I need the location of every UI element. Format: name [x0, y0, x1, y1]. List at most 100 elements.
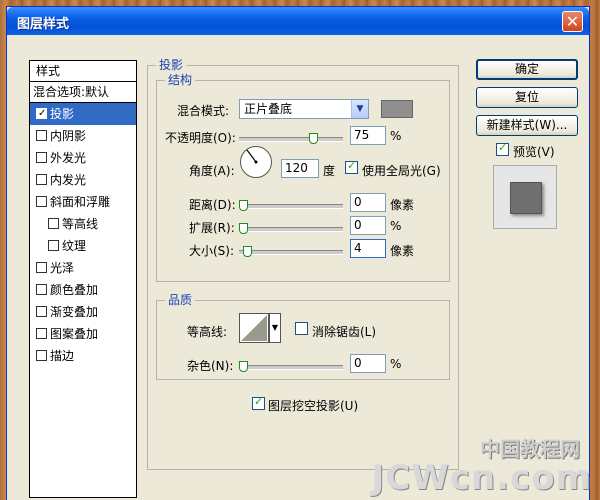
style-item-checkbox[interactable] [36, 306, 47, 317]
chevron-down-icon: ▼ [271, 323, 279, 332]
spread-input[interactable]: 0 [350, 216, 386, 235]
style-item[interactable]: 内阴影 [30, 125, 136, 147]
preview-checkbox[interactable] [496, 141, 509, 156]
angle-label: 角度(A): [189, 164, 235, 178]
contour-preview-icon [241, 315, 267, 341]
quality-title: 品质 [165, 293, 196, 307]
style-item-checkbox[interactable] [36, 174, 47, 185]
style-item[interactable]: 描边 [30, 345, 136, 367]
opacity-label: 不透明度(O): [165, 131, 236, 145]
opacity-slider-track[interactable] [239, 137, 343, 142]
style-list: 样式 混合选项:默认 投影内阴影外发光内发光斜面和浮雕等高线纹理光泽颜色叠加渐变… [29, 60, 137, 498]
antialias-checkbox[interactable] [295, 322, 308, 335]
style-item-checkbox[interactable] [36, 130, 47, 141]
distance-slider-thumb[interactable] [239, 200, 248, 211]
size-slider-track[interactable] [239, 250, 343, 255]
watermark-en: JCWcn.com [371, 458, 592, 498]
title-bar[interactable]: 图层样式 ✕ [7, 7, 589, 35]
style-item[interactable]: 光泽 [30, 257, 136, 279]
distance-label: 距离(D): [189, 198, 236, 212]
angle-unit: 度 [323, 164, 336, 178]
style-item-checkbox[interactable] [36, 328, 47, 339]
shadow-color-swatch[interactable] [381, 100, 413, 118]
noise-slider-track[interactable] [239, 365, 343, 370]
style-item-label: 光泽 [50, 261, 75, 275]
reset-button[interactable]: 复位 [476, 87, 578, 108]
distance-input[interactable]: 0 [350, 193, 386, 212]
opacity-unit: % [390, 129, 402, 143]
contour-picker[interactable] [239, 313, 269, 343]
blend-mode-value: 正片叠底 [244, 102, 293, 116]
size-unit: 像素 [390, 244, 415, 258]
style-item-checkbox[interactable] [36, 152, 47, 163]
preview-label: 预览(V) [513, 145, 555, 159]
close-button[interactable]: ✕ [562, 11, 583, 32]
noise-unit: % [390, 357, 402, 371]
style-item-label: 内发光 [50, 173, 87, 187]
knockout-checkbox[interactable] [252, 395, 265, 410]
spread-slider-track[interactable] [239, 227, 343, 232]
blend-options-item[interactable]: 混合选项:默认 [30, 82, 136, 103]
blend-mode-select[interactable]: 正片叠底 ▼ [239, 99, 369, 119]
style-item-checkbox[interactable] [36, 103, 47, 125]
close-icon: ✕ [565, 12, 580, 31]
spread-unit: % [390, 219, 402, 233]
contour-label: 等高线: [187, 325, 228, 339]
blend-mode-label: 混合模式: [177, 104, 230, 118]
global-light-checkbox[interactable] [345, 159, 358, 174]
style-item-label: 图案叠加 [50, 327, 99, 341]
angle-dial[interactable] [239, 145, 273, 179]
distance-unit: 像素 [390, 198, 415, 212]
style-item-checkbox[interactable] [36, 350, 47, 361]
style-item[interactable]: 内发光 [30, 169, 136, 191]
style-item-label: 外发光 [50, 151, 87, 165]
layer-style-dialog: 图层样式 ✕ 样式 混合选项:默认 投影内阴影外发光内发光斜面和浮雕等高线纹理光… [6, 6, 590, 500]
opacity-input[interactable]: 75 [350, 126, 386, 145]
style-item-label: 颜色叠加 [50, 283, 99, 297]
style-item-checkbox[interactable] [48, 240, 59, 251]
opacity-slider-thumb[interactable] [309, 133, 318, 144]
distance-slider-track[interactable] [239, 204, 343, 209]
style-item-checkbox[interactable] [36, 196, 47, 207]
style-item-label: 内阴影 [50, 129, 87, 143]
spread-slider-thumb[interactable] [239, 223, 248, 234]
size-slider-thumb[interactable] [243, 246, 252, 257]
drop-shadow-group: 投影 结构 混合模式: 正片叠底 ▼ 不透明度(O): 75 % 角度(A): [147, 58, 459, 470]
size-label: 大小(S): [189, 244, 235, 258]
style-item-label: 等高线 [62, 217, 99, 231]
style-item-label: 描边 [50, 349, 75, 363]
size-input[interactable]: 4 [350, 239, 386, 258]
style-item[interactable]: 纹理 [30, 235, 136, 257]
structure-group: 结构 混合模式: 正片叠底 ▼ 不透明度(O): 75 % 角度(A): 120… [156, 73, 450, 282]
style-item[interactable]: 等高线 [30, 213, 136, 235]
contour-dropdown-arrow[interactable]: ▼ [269, 313, 281, 343]
style-item-label: 渐变叠加 [50, 305, 99, 319]
preview-swatch [510, 182, 542, 214]
style-item-checkbox[interactable] [36, 262, 47, 273]
style-preview-box [493, 165, 557, 229]
style-item-label: 投影 [50, 107, 75, 121]
style-item[interactable]: 外发光 [30, 147, 136, 169]
quality-group: 品质 等高线: ▼ 消除锯齿(L) 杂色(N): 0 % [156, 293, 450, 380]
noise-slider-thumb[interactable] [239, 361, 248, 372]
style-list-header[interactable]: 样式 [30, 61, 136, 82]
style-item[interactable]: 图案叠加 [30, 323, 136, 345]
style-item[interactable]: 斜面和浮雕 [30, 191, 136, 213]
dialog-title: 图层样式 [17, 17, 70, 32]
style-item[interactable]: 渐变叠加 [30, 301, 136, 323]
noise-input[interactable]: 0 [350, 354, 386, 373]
style-item-label: 纹理 [62, 239, 87, 253]
style-item[interactable]: 颜色叠加 [30, 279, 136, 301]
new-style-button[interactable]: 新建样式(W)... [476, 115, 578, 136]
style-item-checkbox[interactable] [48, 218, 59, 229]
noise-label: 杂色(N): [187, 359, 234, 373]
style-item[interactable]: 投影 [30, 103, 136, 125]
spread-label: 扩展(R): [189, 221, 235, 235]
angle-input[interactable]: 120 [281, 159, 319, 178]
ok-button[interactable]: 确定 [476, 59, 578, 80]
chevron-down-icon[interactable]: ▼ [351, 100, 368, 118]
dialog-body: 样式 混合选项:默认 投影内阴影外发光内发光斜面和浮雕等高线纹理光泽颜色叠加渐变… [7, 35, 589, 500]
drop-shadow-title: 投影 [156, 58, 187, 72]
style-item-checkbox[interactable] [36, 284, 47, 295]
knockout-label: 图层挖空投影(U) [268, 399, 359, 413]
